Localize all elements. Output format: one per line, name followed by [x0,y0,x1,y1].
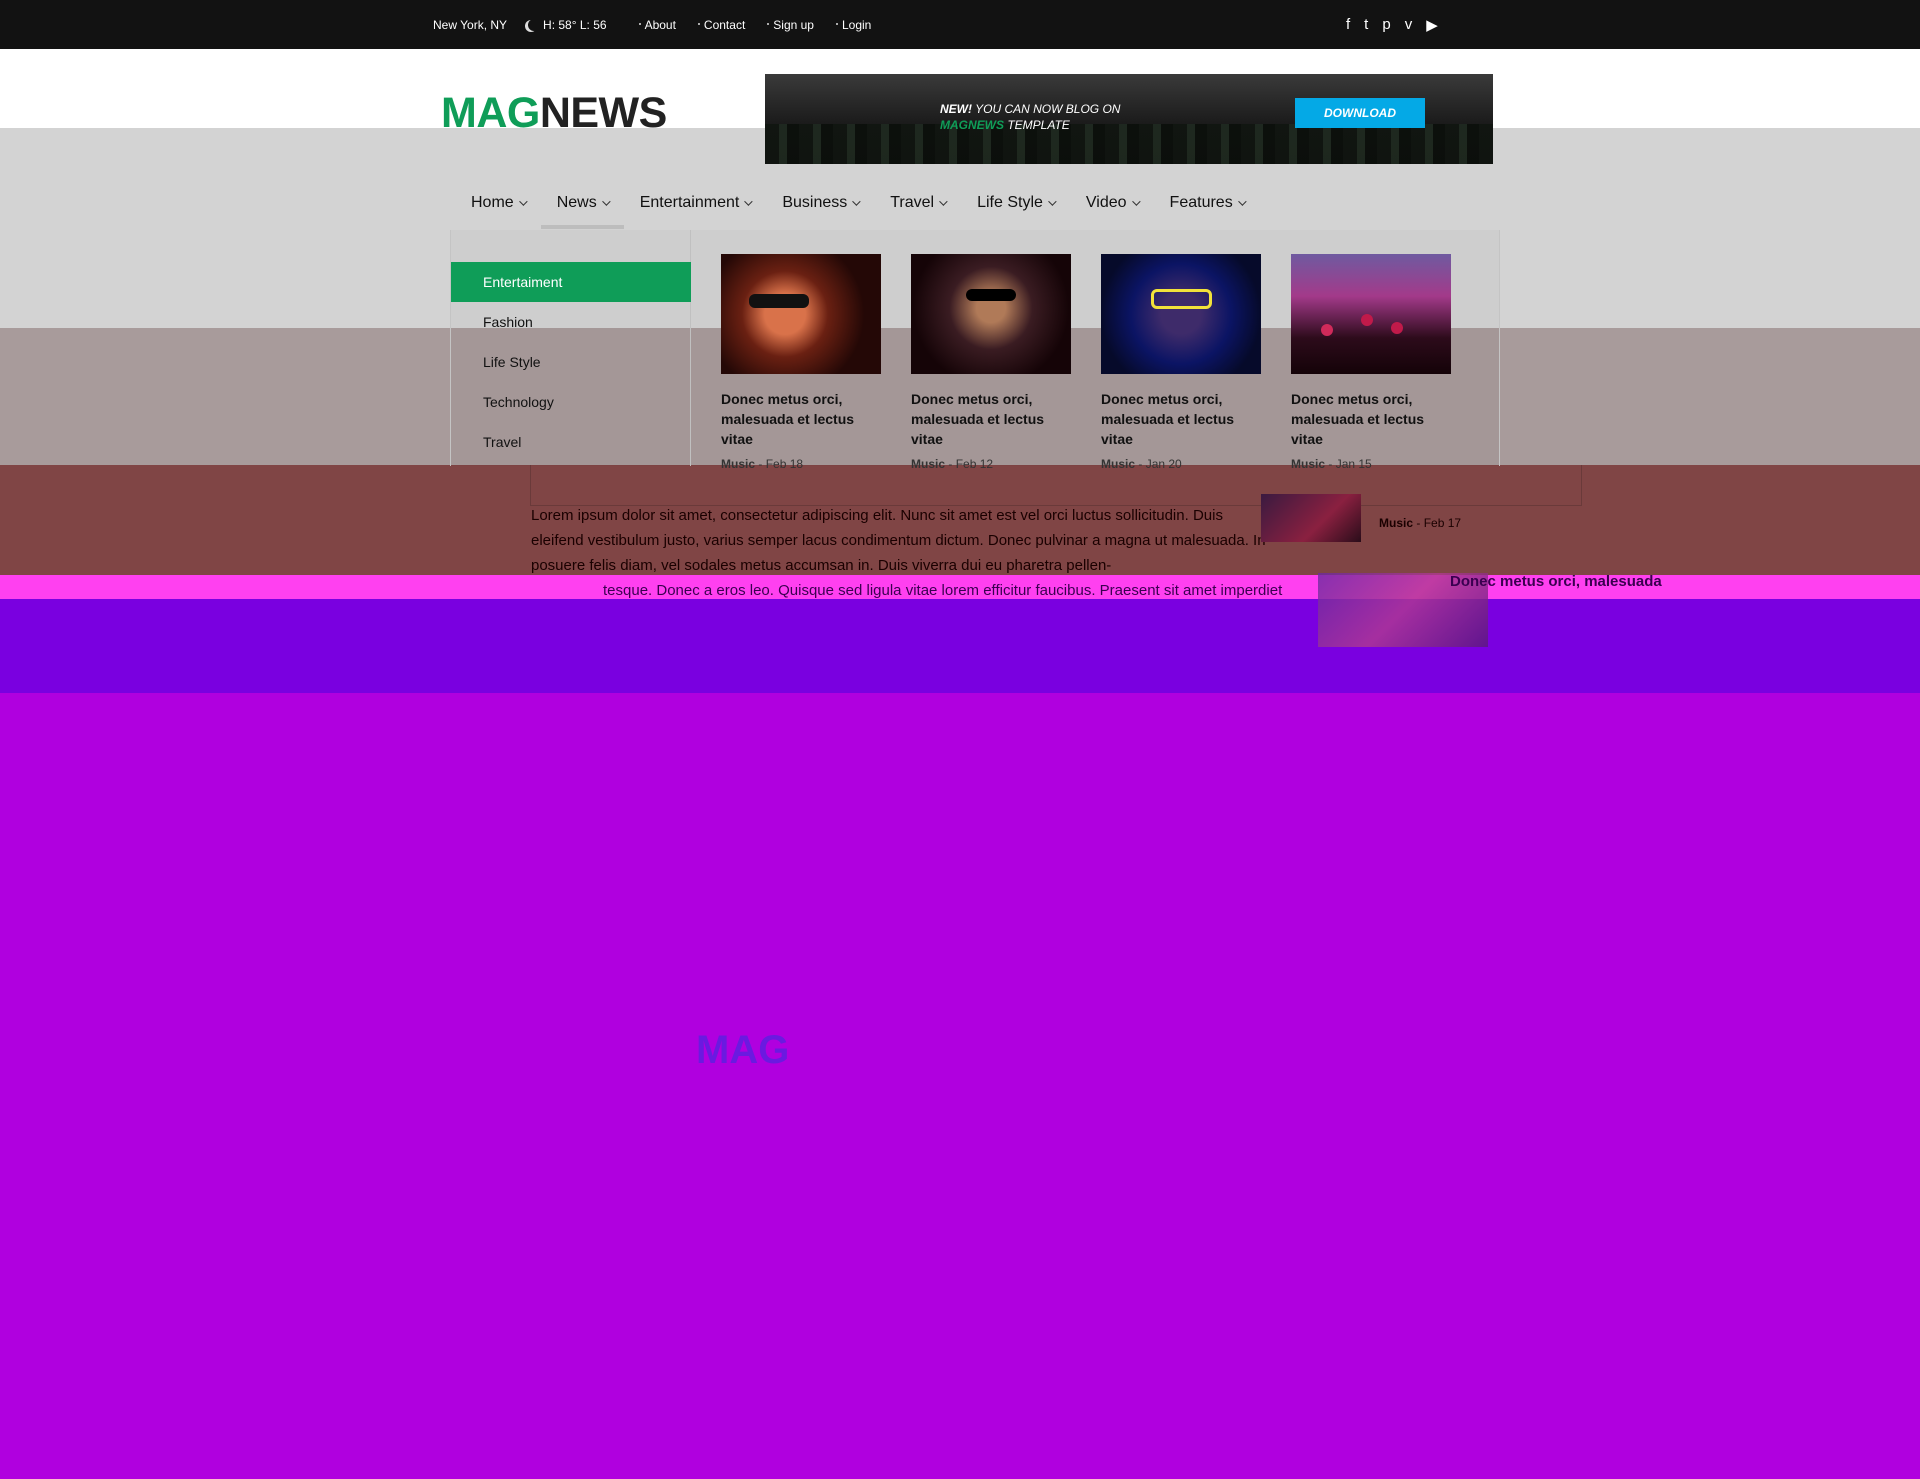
chevron-down-icon [1131,197,1141,206]
post-thumbnail[interactable] [721,254,881,374]
footer-logo[interactable]: MAG [696,1028,789,1073]
twitter-icon[interactable]: t [1364,16,1368,33]
post-category[interactable]: Music [1291,457,1325,471]
post-title[interactable]: Donec metus orci, malesuada et lectus vi… [1291,389,1451,449]
nav-item-news[interactable]: News [540,179,624,229]
chevron-down-icon [601,197,611,206]
youtube-icon[interactable]: ▶ [1426,16,1438,34]
post-date: Feb 18 [765,457,804,471]
post-card[interactable]: Donec metus orci, malesuada et lectus vi… [1101,254,1261,471]
facebook-icon[interactable]: f [1346,16,1350,33]
post-thumbnail[interactable] [911,254,1071,374]
post-card[interactable]: Donec metus orci, malesuada et lectus vi… [1291,254,1451,471]
nav-item-business[interactable]: Business [766,179,874,227]
category-entertaiment[interactable]: Entertaiment [451,262,691,302]
post-card[interactable]: Donec metus orci, malesuada et lectus vi… [721,254,881,471]
category-fashion[interactable]: Fashion [451,302,691,342]
chevron-down-icon [518,197,528,206]
chevron-down-icon [939,197,948,206]
nav-item-travel[interactable]: Travel [874,179,961,227]
sidebar-post-meta: Music - Feb 17 [1379,516,1462,530]
social-icons: f t p v ▶ [1346,0,1438,49]
banner-trees [765,124,1493,164]
nav-item-home[interactable]: Home [455,179,541,227]
nav-label: Business [782,194,848,211]
mega-menu-posts: Donec metus orci, malesuada et lectus vi… [721,254,1451,471]
vimeo-icon[interactable]: v [1405,16,1413,33]
nav-label: Travel [890,194,935,211]
post-title[interactable]: Donec metus orci, malesuada et lectus vi… [721,389,881,449]
chevron-down-icon [1048,197,1057,206]
post-category[interactable]: Music [1101,457,1135,471]
nav-label: Life Style [977,194,1043,211]
weather: H: 58° L: 56 [525,18,607,32]
category-travel[interactable]: Travel [451,422,691,462]
weather-text: H: 58° L: 56 [543,17,607,32]
post-meta: Music - Jan 20 [1101,457,1182,471]
post-title[interactable]: Donec metus orci, malesuada et lectus vi… [1101,389,1261,449]
sidebar-post-category[interactable]: Music [1379,516,1413,530]
header-banner[interactable]: NEW! YOU CAN NOW BLOG ON MAGNEWS TEMPLAT… [765,74,1493,164]
top-bar: New York, NY H: 58° L: 56 About Contact … [0,0,1920,49]
link-contact[interactable]: Contact [697,18,745,32]
sidebar-post-date: Feb 17 [1423,516,1462,530]
post-meta: Music - Jan 15 [1291,457,1372,471]
post-meta: Music - Feb 18 [721,457,804,471]
article-body-continued: tesque. Donec a eros leo. Quisque sed li… [603,582,1283,599]
nav-label: News [556,194,597,211]
banner-brand: MAGNEWS [940,118,1004,132]
banner-new-label: NEW! [940,102,972,116]
sidebar-post-thumbnail[interactable] [1261,494,1361,542]
post-meta: Music - Feb 12 [911,457,994,471]
link-about[interactable]: About [638,18,676,32]
top-links: About Contact Sign up Login [638,18,871,32]
main-nav: Home News Entertainment Business Travel … [455,179,1260,229]
post-category[interactable]: Music [721,457,755,471]
nav-label: Home [471,194,514,211]
post-date: Feb 12 [955,457,994,471]
nav-item-video[interactable]: Video [1070,179,1154,227]
download-button[interactable]: DOWNLOAD [1295,98,1425,128]
chevron-down-icon [852,197,861,206]
pinterest-icon[interactable]: p [1382,16,1390,33]
post-category[interactable]: Music [911,457,945,471]
nav-item-entertainment[interactable]: Entertainment [624,179,767,227]
link-login[interactable]: Login [835,18,871,32]
nav-item-features[interactable]: Features [1154,179,1260,227]
chevron-down-icon [744,197,753,206]
location-text: New York, NY [433,17,508,32]
banner-text2: TEMPLATE [1004,118,1070,132]
mega-menu: Entertaiment Fashion Life Style Technolo… [450,230,1500,471]
post-date: Jan 20 [1145,457,1182,471]
nav-label: Entertainment [639,194,740,211]
mega-menu-panel-edge [530,465,1582,506]
post-date: Jan 15 [1335,457,1372,471]
link-signup[interactable]: Sign up [767,18,814,32]
banner-text1: YOU CAN NOW BLOG ON [972,102,1121,116]
post-thumbnail[interactable] [1101,254,1261,374]
moon-icon [528,19,540,31]
mega-menu-categories: Entertaiment Fashion Life Style Technolo… [451,230,691,466]
post-thumbnail[interactable] [1291,254,1451,374]
banner-text: NEW! YOU CAN NOW BLOG ON MAGNEWS TEMPLAT… [940,101,1120,133]
nav-item-life-style[interactable]: Life Style [961,179,1070,227]
content-band-magenta [0,693,1920,1479]
content-band-violet [0,599,1920,693]
category-life-style[interactable]: Life Style [451,342,691,382]
post-title[interactable]: Donec metus orci, malesuada et lectus vi… [911,389,1071,449]
chevron-down-icon [1237,197,1247,206]
article-body: Lorem ipsum dolor sit amet, consectetur … [531,507,1266,574]
nav-label: Features [1169,194,1233,211]
category-technology[interactable]: Technology [451,382,691,422]
sidebar-post-title[interactable]: Donec metus orci, malesuada [1450,573,1662,590]
nav-label: Video [1085,194,1127,211]
post-card[interactable]: Donec metus orci, malesuada et lectus vi… [911,254,1071,471]
top-bar-left: New York, NY H: 58° L: 56 About Contact … [433,0,871,49]
